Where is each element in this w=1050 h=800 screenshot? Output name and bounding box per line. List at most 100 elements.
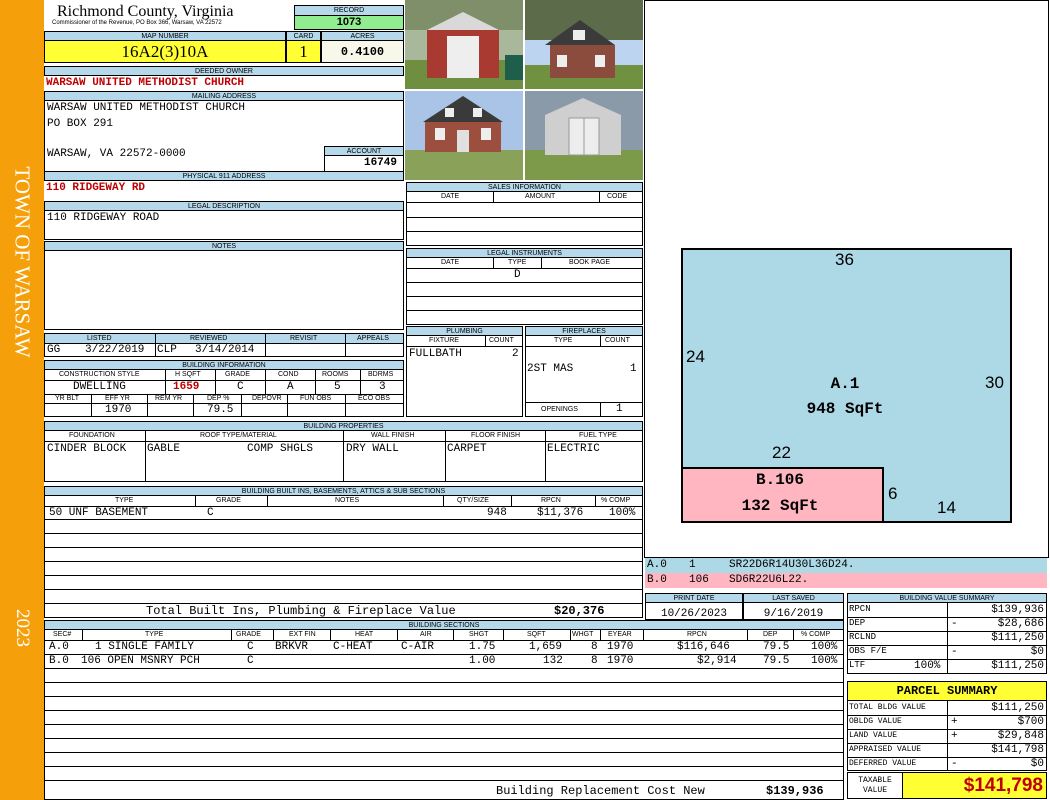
ps-obldg-value: $700	[1017, 716, 1044, 728]
appeals-label: APPEALS	[357, 335, 389, 342]
builtins-col-notes: NOTES	[335, 497, 360, 504]
parcel-summary-title: PARCEL SUMMARY	[847, 681, 1047, 701]
plumbing-col-count: COUNT	[489, 337, 514, 344]
sec-a-type: 1 SINGLE FAMILY	[95, 641, 195, 653]
instruments-col-type: TYPE	[508, 259, 527, 266]
sec-col-eyear: EYEAR	[608, 631, 632, 638]
physical-value: 110 RIDGEWAY RD	[46, 182, 146, 194]
sec-col-type: TYPE	[145, 631, 164, 638]
fireplaces-col-type: TYPE	[554, 337, 573, 344]
bdrms-value: 3	[379, 381, 386, 393]
record-value: 1073	[294, 15, 404, 30]
sales-col-code: CODE	[607, 193, 628, 200]
code-a-sec: A.0	[647, 559, 667, 571]
eff-yr-value: 1970	[105, 404, 132, 416]
photo-house-front	[405, 91, 523, 180]
col-floor-finish: FLOOR FINISH	[471, 432, 521, 439]
sec-a-rpcn: $116,646	[677, 641, 730, 653]
cond-value: A	[287, 381, 294, 393]
replacement-value: $139,936	[766, 784, 824, 798]
builtins-total-value: $20,376	[554, 604, 605, 618]
col-cond: COND	[278, 371, 299, 378]
dim-right: 30	[985, 373, 1004, 392]
plumbing-table: FIXTURE COUNT FULLBATH 2	[406, 335, 523, 417]
plumbing-col-fixture: FIXTURE	[429, 337, 459, 344]
legal-value: 110 RIDGEWAY ROAD	[47, 212, 160, 224]
ps-deferred-label: DEFERRED VALUE	[849, 759, 917, 768]
town-label: TOWN OF WARSAW	[10, 166, 35, 358]
side-bar: TOWN OF WARSAW 2023	[0, 0, 44, 800]
fireplaces-table: TYPE COUNT 2ST MAS 1 OPENINGS 1	[525, 335, 643, 417]
parcel-summary-table: TOTAL BLDG VALUE $111,250 OBLDG VALUE + …	[847, 700, 1047, 771]
instruments-col-bookpage: BOOK PAGE	[569, 259, 611, 266]
vs-obs-sign: -	[951, 646, 958, 658]
code-a-code: SR22D6R14U30L36D24.	[729, 559, 855, 571]
openings-label: OPENINGS	[541, 406, 578, 413]
vs-rpcn-value: $139,936	[991, 604, 1044, 616]
county-name: Richmond County, Virginia	[57, 3, 234, 20]
instruments-table: DATE TYPE BOOK PAGE D	[406, 257, 643, 325]
sketch-panel: 36 24 30 22 6 14 A.1 948 SqFt B.106 132 …	[644, 0, 1049, 558]
taxable-label: TAXABLE VALUE	[847, 772, 903, 799]
sections-table: SEC# TYPE GRADE EXT FIN HEAT AIR SHGT SQ…	[44, 629, 844, 800]
sketch-a-label: A.1	[830, 375, 860, 393]
sec-col-shgt: SHGT	[469, 631, 489, 638]
taxable-label-line2: VALUE	[862, 786, 887, 795]
col-grade: GRADE	[225, 371, 250, 378]
builtins-col-type: TYPE	[115, 497, 134, 504]
sec-a-comp: 100%	[811, 641, 838, 653]
last-saved-value: 9/16/2019	[763, 608, 824, 620]
builtin-qty-value: 948	[487, 507, 507, 519]
instruments-col-date: DATE	[441, 259, 460, 266]
sketch-b-label: B.106	[755, 471, 804, 489]
vs-ltf-value: $111,250	[991, 660, 1044, 672]
physical-label: PHYSICAL 911 ADDRESS	[44, 171, 404, 181]
mailing-line1: WARSAW UNITED METHODIST CHURCH	[47, 102, 246, 114]
col-wall-finish: WALL FINISH	[371, 432, 415, 439]
grade-value: C	[237, 381, 244, 393]
dim-top: 36	[835, 250, 854, 269]
year-label: 2023	[12, 609, 33, 647]
notes-box	[44, 250, 404, 330]
listed-by: GG	[47, 344, 61, 356]
builtin-rpcn-value: $11,376	[537, 507, 584, 519]
last-saved-box: 9/16/2019	[743, 602, 844, 620]
vs-rpcn-label: RPCN	[849, 604, 871, 614]
code-b-code: SD6R22U6L22.	[729, 574, 809, 586]
acres-value: 0.4100	[321, 40, 404, 63]
builtins-total-label: Total Built Ins, Plumbing & Fireplace Va…	[146, 604, 456, 618]
col-fun-obs: FUN OBS	[300, 395, 332, 402]
vs-ltf-pct: 100%	[914, 660, 941, 672]
mailing-line3: WARSAW, VA 22572-0000	[47, 148, 186, 160]
property-photos	[405, 0, 643, 180]
sec-a-ext: BRKVR	[275, 641, 309, 653]
map-number-value: 16A2(3)10A	[44, 40, 286, 63]
wall-finish-value: DRY WALL	[346, 443, 399, 455]
ps-appraised-label: APPRAISED VALUE	[849, 745, 922, 754]
sec-b-rpcn: $2,914	[697, 655, 737, 667]
county-address: Commissioner of the Revenue, PO Box 366,…	[52, 20, 222, 26]
sec-b-shgt: 1.00	[469, 655, 496, 667]
ps-land-label: LAND VALUE	[849, 731, 898, 740]
roof-material-value: COMP SHGLS	[247, 443, 314, 455]
owner-value: WARSAW UNITED METHODIST CHURCH	[46, 77, 245, 89]
builtins-col-rpcn: RPCN	[541, 497, 561, 504]
dim-porch-side: 6	[888, 484, 898, 503]
construction-style-value: DWELLING	[73, 381, 126, 393]
col-bdrms: BDRMS	[368, 371, 394, 378]
col-eff-yr: EFF YR	[105, 395, 130, 402]
ps-appraised-value: $141,798	[991, 744, 1044, 756]
sketch-b-area: 132 SqFt	[741, 497, 819, 515]
code-b-sec: B.0	[647, 574, 667, 586]
listed-date: 3/22/2019	[85, 344, 145, 356]
sec-b-sqft: 132	[543, 655, 563, 667]
sec-a-air: C-AIR	[401, 641, 435, 653]
builtin-grade-value: C	[207, 507, 214, 519]
foundation-value: CINDER BLOCK	[47, 443, 127, 455]
value-summary-table: RPCN $139,936 DEP - $28,686 RCLND $111,2…	[847, 602, 1047, 674]
sketch-code-b: B.0 106 SD6R22U6L22.	[645, 573, 1047, 588]
sales-col-amount: AMOUNT	[525, 193, 556, 200]
col-rooms: ROOMS	[322, 371, 349, 378]
ps-obldg-sign: +	[951, 716, 958, 728]
sketch-a-area: 948 SqFt	[806, 400, 884, 418]
